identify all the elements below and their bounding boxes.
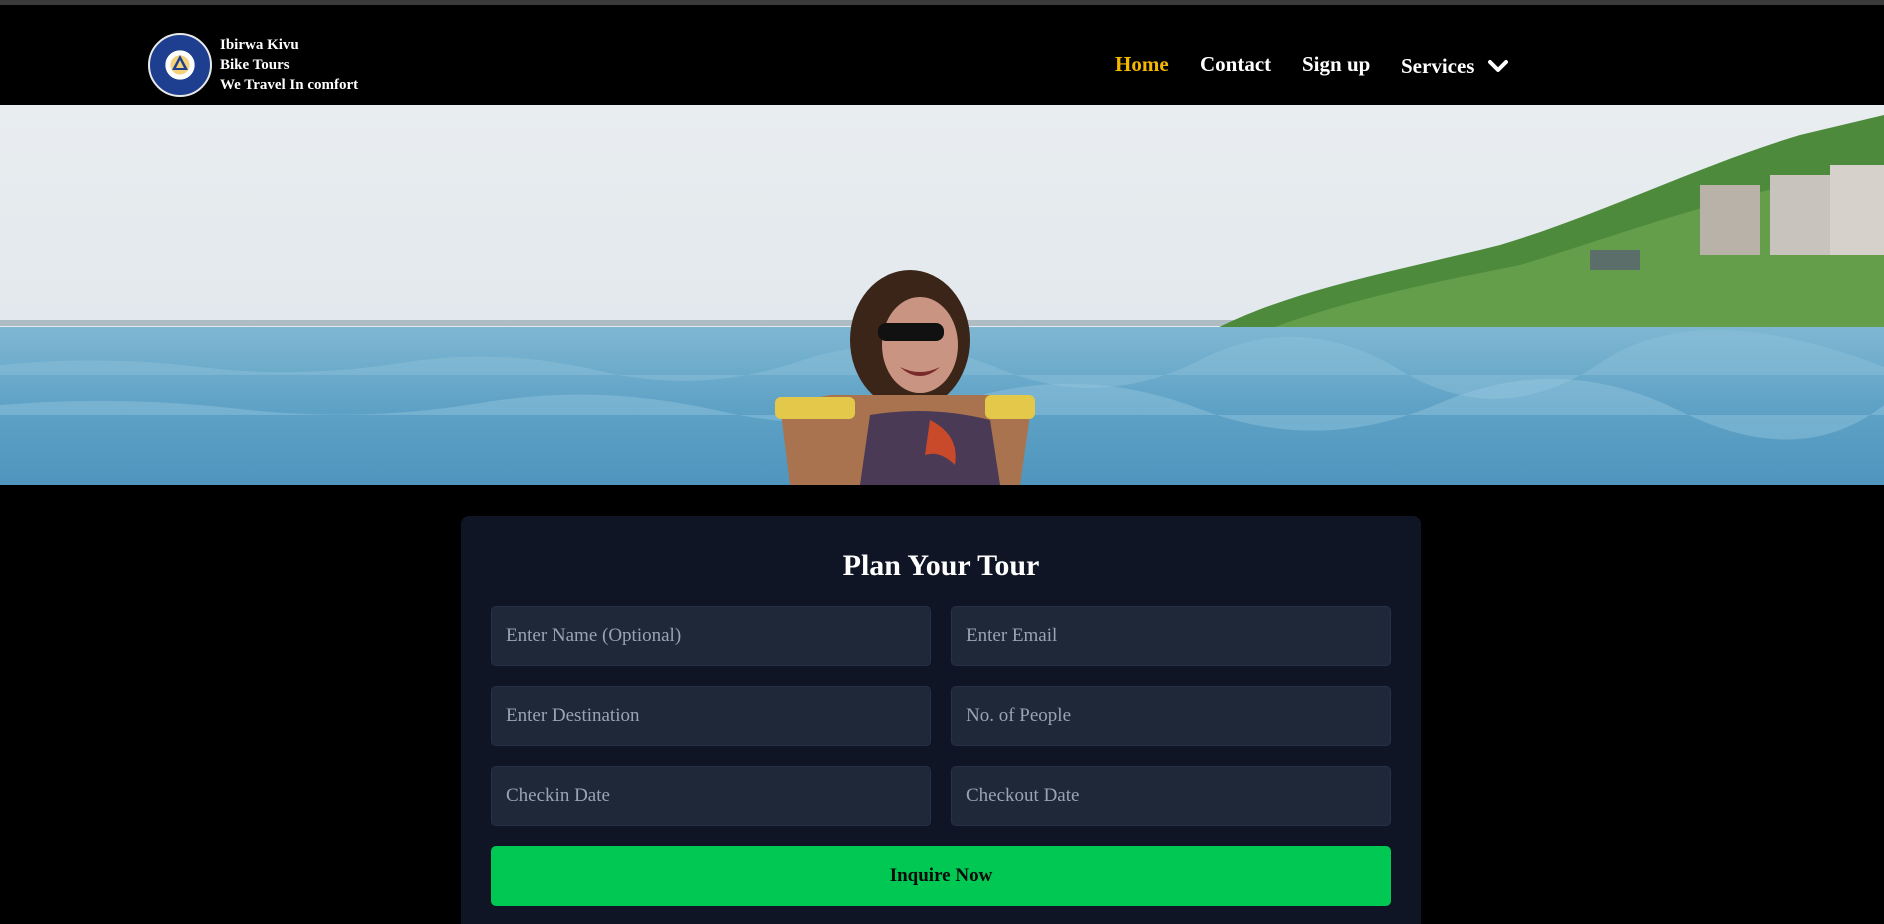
brand-tagline: We Travel In comfort — [220, 77, 359, 93]
inquire-now-button[interactable]: Inquire Now — [491, 846, 1391, 906]
logo-badge-icon[interactable] — [148, 33, 212, 97]
nav-services-dropdown[interactable]: Services — [1401, 51, 1510, 81]
hero-banner — [0, 105, 1884, 485]
nav-services-label: Services — [1401, 54, 1475, 78]
nav-signup-link[interactable]: Sign up — [1302, 49, 1370, 79]
site-header: Ibirwa Kivu Bike Tours We Travel In comf… — [0, 5, 1884, 105]
brand-name: Ibirwa Kivu — [220, 37, 299, 53]
chevron-down-icon — [1488, 60, 1509, 72]
woman-on-water-photo — [0, 105, 1884, 485]
brand-subtitle: Bike Tours — [220, 57, 290, 73]
destination-input[interactable] — [491, 686, 931, 746]
plan-tour-form: Plan Your Tour Inquire Now — [461, 516, 1421, 924]
nav-home-link[interactable]: Home — [1115, 49, 1169, 79]
email-input[interactable] — [951, 606, 1391, 666]
brand-text: Ibirwa Kivu Bike Tours We Travel In comf… — [220, 35, 358, 95]
checkin-date-input[interactable] — [491, 766, 931, 826]
nav-contact-link[interactable]: Contact — [1200, 49, 1271, 79]
name-input[interactable] — [491, 606, 931, 666]
checkout-date-input[interactable] — [951, 766, 1391, 826]
people-count-input[interactable] — [951, 686, 1391, 746]
form-title: Plan Your Tour — [842, 549, 1040, 582]
